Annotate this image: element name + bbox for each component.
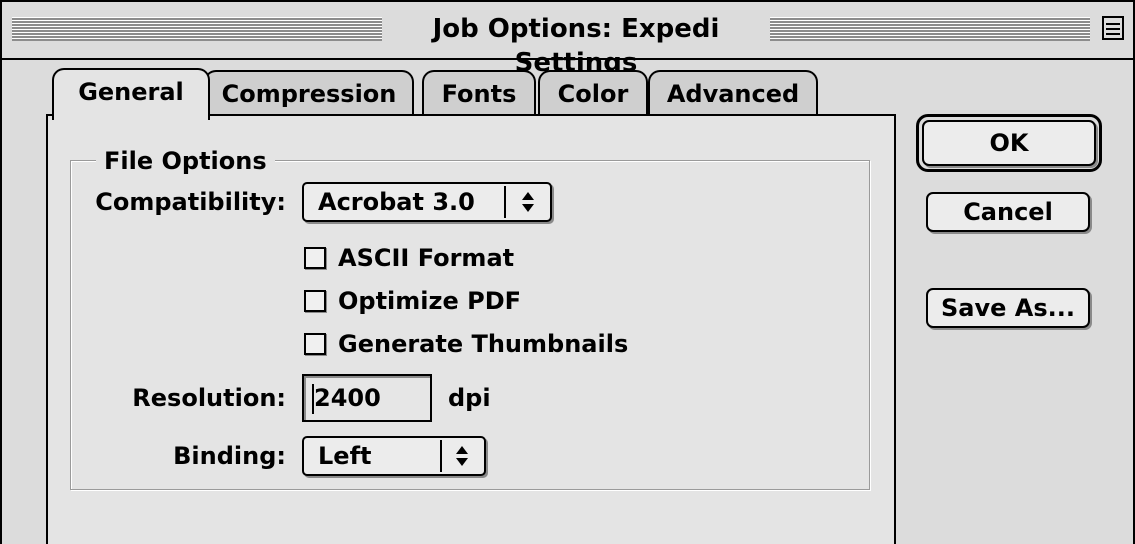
save-as-button[interactable]: Save As...	[926, 288, 1090, 328]
resolution-unit: dpi	[448, 384, 491, 412]
compatibility-popup[interactable]: Acrobat 3.0	[302, 182, 552, 222]
compatibility-label: Compatibility:	[95, 188, 286, 216]
checkbox-box[interactable]	[304, 333, 326, 355]
dialog-window: Job Options: Expedi Settings General Com…	[0, 0, 1135, 544]
resolution-input[interactable]: 2400	[302, 374, 432, 422]
optimize-pdf-label: Optimize PDF	[338, 287, 522, 315]
generate-thumbnails-checkbox[interactable]: Generate Thumbnails	[304, 329, 634, 359]
tab-color[interactable]: Color	[538, 70, 648, 116]
title-bar[interactable]: Job Options: Expedi Settings	[2, 2, 1133, 78]
binding-label: Binding:	[173, 442, 286, 470]
compatibility-value: Acrobat 3.0	[318, 188, 475, 216]
optimize-pdf-checkbox[interactable]: Optimize PDF	[304, 286, 544, 316]
title-bar-stripes-left	[12, 17, 382, 41]
checkbox-box[interactable]	[304, 290, 326, 312]
tab-advanced[interactable]: Advanced	[648, 70, 818, 116]
generate-thumbnails-label: Generate Thumbnails	[338, 330, 629, 358]
resolution-label: Resolution:	[132, 384, 286, 412]
collapse-box-icon[interactable]	[1102, 16, 1124, 40]
cancel-button[interactable]: Cancel	[926, 192, 1090, 232]
file-options-title: File Options	[96, 146, 275, 176]
up-down-arrows-icon	[522, 192, 534, 212]
tab-fonts[interactable]: Fonts	[422, 70, 536, 116]
ascii-format-checkbox[interactable]: ASCII Format	[304, 243, 544, 273]
binding-value: Left	[318, 442, 372, 470]
title-bar-stripes-right	[770, 17, 1090, 41]
ascii-format-label: ASCII Format	[338, 244, 515, 272]
up-down-arrows-icon	[456, 446, 468, 466]
resolution-value: 2400	[314, 384, 381, 412]
checkbox-box[interactable]	[304, 247, 326, 269]
binding-popup[interactable]: Left	[302, 436, 486, 476]
tab-compression[interactable]: Compression	[204, 70, 414, 116]
tab-general[interactable]: General	[52, 68, 210, 120]
ok-button[interactable]: OK	[922, 120, 1096, 166]
